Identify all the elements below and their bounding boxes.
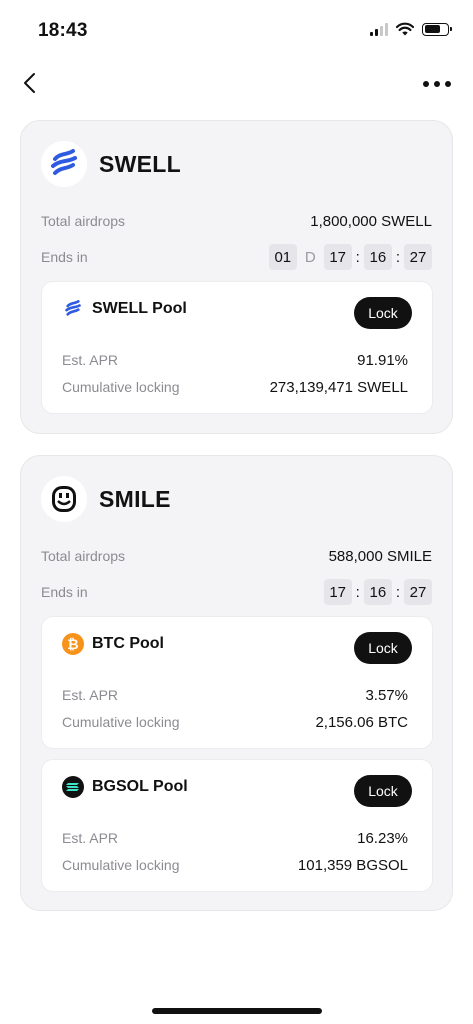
countdown-days: 01 (268, 244, 297, 270)
countdown-minutes: 16 (363, 579, 392, 605)
lock-button[interactable]: Lock (354, 632, 412, 664)
swell-logo-icon (62, 298, 84, 320)
total-airdrops-row: Total airdrops 588,000 SMILE (41, 542, 432, 570)
est-apr-value: 91.91% (357, 351, 408, 369)
more-options-button[interactable] (423, 74, 451, 94)
ends-in-label: Ends in (41, 584, 88, 600)
bgsol-icon (62, 776, 84, 798)
countdown-seconds: 27 (404, 244, 432, 270)
card-header: SWELL (41, 141, 181, 187)
total-airdrops-label: Total airdrops (41, 213, 126, 229)
countdown: 01 D 17 : 16 : 27 (268, 244, 432, 270)
back-button[interactable] (18, 70, 44, 96)
ends-in-row: Ends in 17 : 16 : 27 (41, 578, 432, 606)
pool-header: SWELL Pool (62, 298, 187, 320)
total-airdrops-label: Total airdrops (41, 548, 126, 564)
status-time: 18:43 (38, 20, 88, 41)
total-airdrops-row: Total airdrops 1,800,000 SWELL (41, 207, 432, 235)
countdown-hours: 17 (323, 244, 352, 270)
more-dot-icon (434, 81, 440, 87)
ends-in-label: Ends in (41, 249, 88, 265)
status-bar: 18:43 (0, 0, 473, 58)
pool-name: BGSOL Pool (92, 778, 188, 795)
airdrop-card-swell: SWELL Total airdrops 1,800,000 SWELL End… (20, 120, 453, 434)
cumulative-locking-row: Cumulative locking 2,156.06 BTC (62, 710, 408, 734)
cellular-signal-icon (370, 22, 388, 36)
chevron-left-icon (24, 73, 35, 93)
home-indicator[interactable] (152, 1008, 322, 1014)
smile-logo-icon (41, 476, 87, 522)
cumulative-locking-label: Cumulative locking (62, 857, 180, 873)
total-airdrops-value: 1,800,000 SWELL (310, 212, 432, 230)
pool-header: ₿ BTC Pool (62, 633, 164, 655)
est-apr-value: 3.57% (365, 686, 408, 704)
countdown-hours: 17 (323, 579, 352, 605)
pool-header: BGSOL Pool (62, 776, 188, 798)
total-airdrops-value: 588,000 SMILE (328, 547, 432, 565)
wifi-icon (396, 22, 414, 36)
token-name: SMILE (99, 485, 171, 512)
est-apr-label: Est. APR (62, 352, 119, 368)
pool-name: SWELL Pool (92, 300, 187, 317)
pool-card-swell: SWELL Pool Lock Est. APR 91.91% Cumulati… (41, 281, 433, 414)
card-header: SMILE (41, 476, 171, 522)
more-dot-icon (445, 81, 451, 87)
est-apr-row: Est. APR 3.57% (62, 683, 408, 707)
ends-in-row: Ends in 01 D 17 : 16 : 27 (41, 243, 432, 271)
status-icons (370, 22, 452, 36)
lock-button[interactable]: Lock (354, 775, 412, 807)
pool-name: BTC Pool (92, 635, 164, 652)
cumulative-locking-value: 273,139,471 SWELL (269, 378, 408, 396)
cumulative-locking-row: Cumulative locking 101,359 BGSOL (62, 853, 408, 877)
pool-card-btc: ₿ BTC Pool Lock Est. APR 3.57% Cumulativ… (41, 616, 433, 749)
countdown: 17 : 16 : 27 (323, 579, 432, 605)
countdown-minutes: 16 (363, 244, 392, 270)
cumulative-locking-label: Cumulative locking (62, 379, 180, 395)
more-dot-icon (423, 81, 429, 87)
cumulative-locking-label: Cumulative locking (62, 714, 180, 730)
token-name: SWELL (99, 150, 181, 177)
bitcoin-icon: ₿ (62, 633, 84, 655)
est-apr-value: 16.23% (357, 829, 408, 847)
swell-logo-icon (41, 141, 87, 187)
battery-icon (422, 22, 452, 36)
countdown-day-unit: D (304, 248, 316, 266)
pool-card-bgsol: BGSOL Pool Lock Est. APR 16.23% Cumulati… (41, 759, 433, 892)
lock-button[interactable]: Lock (354, 297, 412, 329)
cumulative-locking-value: 101,359 BGSOL (297, 856, 408, 874)
est-apr-row: Est. APR 16.23% (62, 826, 408, 850)
est-apr-label: Est. APR (62, 830, 119, 846)
cumulative-locking-value: 2,156.06 BTC (315, 713, 408, 731)
nav-bar (0, 64, 473, 104)
countdown-seconds: 27 (404, 579, 432, 605)
est-apr-row: Est. APR 91.91% (62, 348, 408, 372)
cumulative-locking-row: Cumulative locking 273,139,471 SWELL (62, 375, 408, 399)
airdrop-card-smile: SMILE Total airdrops 588,000 SMILE Ends … (20, 455, 453, 911)
est-apr-label: Est. APR (62, 687, 119, 703)
